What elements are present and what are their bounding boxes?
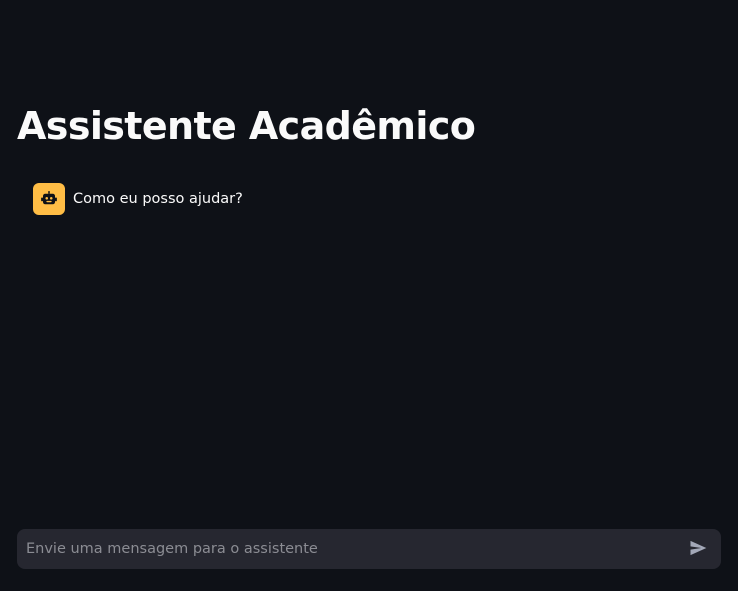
assistant-avatar	[33, 183, 65, 215]
send-icon	[688, 538, 708, 561]
page-title: Assistente Acadêmico	[17, 104, 476, 148]
robot-face-icon	[40, 190, 58, 208]
app-root: Assistente Acadêmico Como eu posso ajuda…	[0, 0, 738, 591]
chat-input-container	[17, 529, 721, 569]
chat-input-field[interactable]	[17, 529, 679, 569]
send-button[interactable]	[679, 529, 717, 569]
message-text: Como eu posso ajudar?	[73, 191, 243, 207]
chat-message-assistant: Como eu posso ajudar?	[33, 183, 243, 215]
